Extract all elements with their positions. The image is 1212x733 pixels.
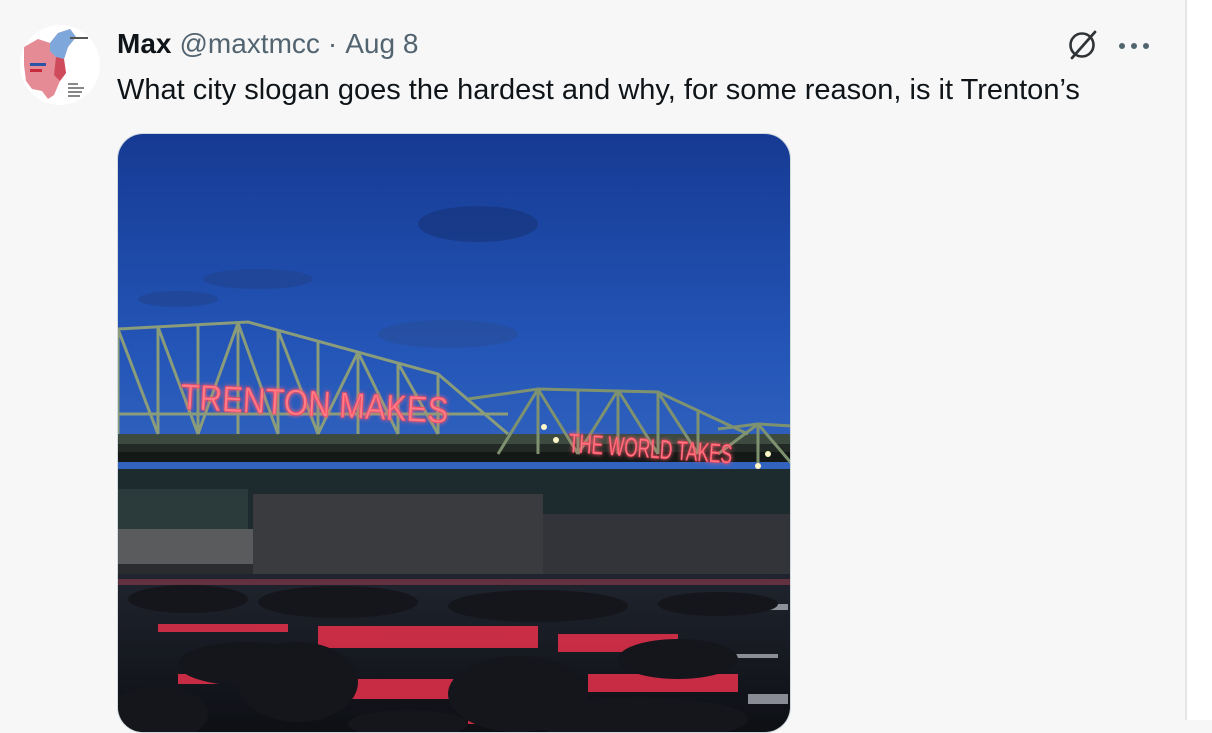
- right-margin: [1187, 0, 1212, 720]
- avatar-map-icon: [20, 25, 100, 105]
- author-handle[interactable]: @maxtmcc: [179, 28, 319, 60]
- tweet-photo[interactable]: TRENTON MAKES THE WORLD TAKES: [117, 133, 791, 733]
- tweet-text: What city slogan goes the hardest and wh…: [117, 74, 1080, 106]
- separator-dot: ·: [327, 28, 338, 59]
- grok-slash-circle-icon[interactable]: [1063, 26, 1101, 64]
- tweet-header: Max @maxtmcc · Aug 8: [117, 28, 418, 64]
- avatar[interactable]: [20, 25, 100, 105]
- more-horizontal-icon[interactable]: [1114, 28, 1154, 64]
- tweet-date[interactable]: Aug 8: [345, 28, 418, 60]
- author-name[interactable]: Max: [117, 28, 171, 60]
